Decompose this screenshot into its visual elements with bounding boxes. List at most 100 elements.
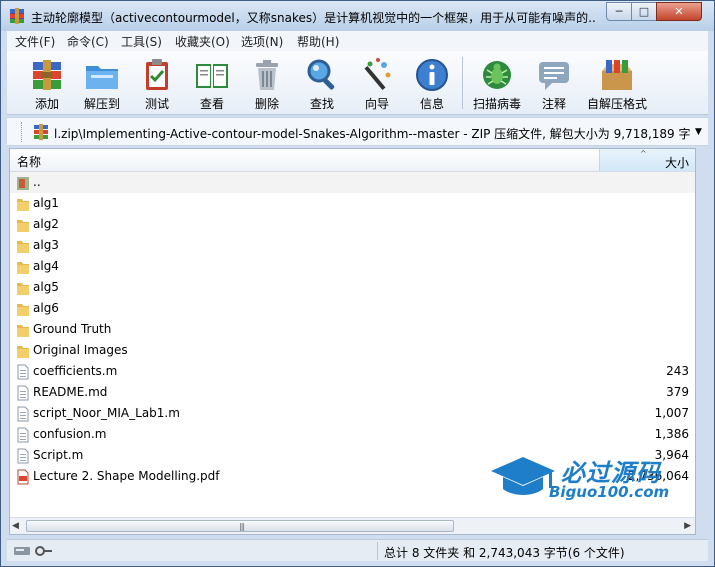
delete-label: 删除 — [254, 97, 279, 111]
scroll-grip-icon: ||| — [239, 522, 245, 531]
app-window: 主动轮廓模型（activecontourmodel，又称snakes）是计算机视… — [0, 0, 715, 567]
sfx-box-icon — [602, 60, 632, 90]
list-item[interactable]: alg5 — [10, 277, 695, 298]
column-name-header[interactable]: 名称 — [17, 153, 41, 170]
file-name: coefficients.m — [33, 364, 118, 378]
extract-to-label: 解压到 — [83, 97, 120, 111]
list-item[interactable]: confusion.m 1,386 — [10, 424, 695, 445]
pdf-file-icon — [17, 469, 29, 485]
wizard-label: 向导 — [364, 97, 389, 111]
file-name: README.md — [33, 385, 108, 399]
menu-options[interactable]: 选项(N) — [241, 33, 283, 50]
file-name: Script.m — [33, 448, 84, 462]
file-name: confusion.m — [33, 427, 107, 441]
view-label: 查看 — [199, 97, 224, 111]
list-item[interactable]: Original Images — [10, 340, 695, 361]
menu-favorites[interactable]: 收藏夹(O) — [175, 33, 230, 50]
delete-button[interactable]: 删除 — [236, 54, 298, 112]
minimize-button[interactable]: ─ — [606, 2, 632, 21]
test-button[interactable]: 测试 — [126, 54, 188, 112]
list-item[interactable]: .. — [10, 172, 695, 193]
column-size-label: 大小 — [664, 156, 689, 170]
extract-to-button[interactable]: 解压到 — [71, 54, 133, 112]
view-book-icon — [196, 64, 228, 88]
wizard-wand-icon — [364, 58, 391, 91]
menu-commands[interactable]: 命令(C) — [67, 33, 109, 50]
file-name: alg6 — [33, 301, 59, 315]
list-item[interactable]: script_Noor_MIA_Lab1.m 1,007 — [10, 403, 695, 424]
folder-icon — [17, 283, 29, 295]
list-item[interactable]: alg6 — [10, 298, 695, 319]
list-header: 名称 ^ 大小 — [10, 149, 695, 172]
toolbar: 添加 解压到 测试 查看 删除 查找 向导 信息 扫描病毒 注释 自解压格式 — [7, 51, 708, 115]
status-summary: 总计 8 文件夹 和 2,743,043 字节(6 个文件) — [384, 546, 625, 560]
menu-tools[interactable]: 工具(S) — [121, 33, 162, 50]
folder-icon — [17, 346, 29, 358]
file-size: 1,386 — [654, 427, 689, 441]
document-icon — [17, 385, 29, 401]
document-icon — [17, 406, 29, 422]
folder-icon — [17, 241, 29, 253]
document-icon — [17, 364, 29, 380]
list-item[interactable]: alg3 — [10, 235, 695, 256]
file-name: Ground Truth — [33, 322, 112, 336]
test-label: 测试 — [144, 97, 169, 111]
maximize-button[interactable]: □ — [631, 2, 657, 21]
close-button[interactable]: ✕ — [656, 2, 702, 21]
sfx-label: 自解压格式 — [586, 97, 647, 111]
virus-scan-button[interactable]: 扫描病毒 — [466, 54, 528, 112]
title-bar[interactable]: 主动轮廓模型（activecontourmodel，又称snakes）是计算机视… — [1, 1, 714, 31]
list-item[interactable]: alg2 — [10, 214, 695, 235]
file-name: .. — [33, 175, 41, 189]
column-size-header[interactable]: ^ 大小 — [599, 149, 695, 171]
zip-archive-icon — [34, 124, 48, 140]
address-dropdown-icon[interactable]: ▼ — [695, 127, 702, 137]
info-label: 信息 — [419, 97, 444, 111]
file-name: Original Images — [33, 343, 128, 357]
find-button[interactable]: 查找 — [291, 54, 353, 112]
list-item[interactable]: README.md 379 — [10, 382, 695, 403]
file-name: Lecture 2. Shape Modelling.pdf — [33, 469, 220, 483]
address-grip — [21, 122, 23, 142]
menu-file[interactable]: 文件(F) — [15, 33, 55, 50]
test-clipboard-icon — [146, 59, 168, 90]
add-button[interactable]: 添加 — [16, 54, 78, 112]
scroll-left-icon[interactable]: ◀ — [12, 521, 19, 531]
info-button[interactable]: 信息 — [401, 54, 463, 112]
status-divider — [377, 542, 378, 560]
info-icon — [416, 59, 448, 91]
find-label: 查找 — [309, 97, 334, 111]
view-button[interactable]: 查看 — [181, 54, 243, 112]
list-item[interactable]: alg4 — [10, 256, 695, 277]
horizontal-scrollbar[interactable]: ◀ ||| ▶ — [10, 517, 695, 534]
folder-icon — [17, 262, 29, 274]
document-icon — [17, 427, 29, 443]
add-label: 添加 — [34, 97, 59, 111]
comment-icon — [539, 62, 569, 90]
comment-label: 注释 — [541, 97, 566, 111]
magnifier-icon — [307, 59, 335, 90]
file-name: alg3 — [33, 238, 59, 252]
archive-path[interactable]: l.zip\Implementing-Active-contour-model-… — [54, 125, 690, 142]
drive-key-icon — [14, 546, 52, 556]
virus-scan-icon — [483, 61, 511, 89]
scroll-thumb[interactable]: ||| — [26, 520, 454, 532]
comment-button[interactable]: 注释 — [523, 54, 585, 112]
window-title: 主动轮廓模型（activecontourmodel，又称snakes）是计算机视… — [31, 11, 596, 25]
trash-icon — [256, 60, 278, 90]
sfx-button[interactable]: 自解压格式 — [580, 54, 654, 112]
menu-help[interactable]: 帮助(H) — [297, 33, 339, 50]
list-item[interactable]: alg1 — [10, 193, 695, 214]
list-item[interactable]: coefficients.m 243 — [10, 361, 695, 382]
file-name: alg2 — [33, 217, 59, 231]
document-icon — [17, 448, 29, 464]
extract-folder-icon — [86, 66, 118, 89]
parent-folder-icon — [17, 177, 29, 190]
status-bar: 总计 8 文件夹 和 2,743,043 字节(6 个文件) — [7, 539, 708, 561]
scroll-right-icon[interactable]: ▶ — [684, 521, 691, 531]
list-item[interactable]: Ground Truth — [10, 319, 695, 340]
wizard-button[interactable]: 向导 — [346, 54, 408, 112]
file-name: alg4 — [33, 259, 59, 273]
sort-ascending-icon: ^ — [640, 149, 647, 158]
file-name: alg5 — [33, 280, 59, 294]
